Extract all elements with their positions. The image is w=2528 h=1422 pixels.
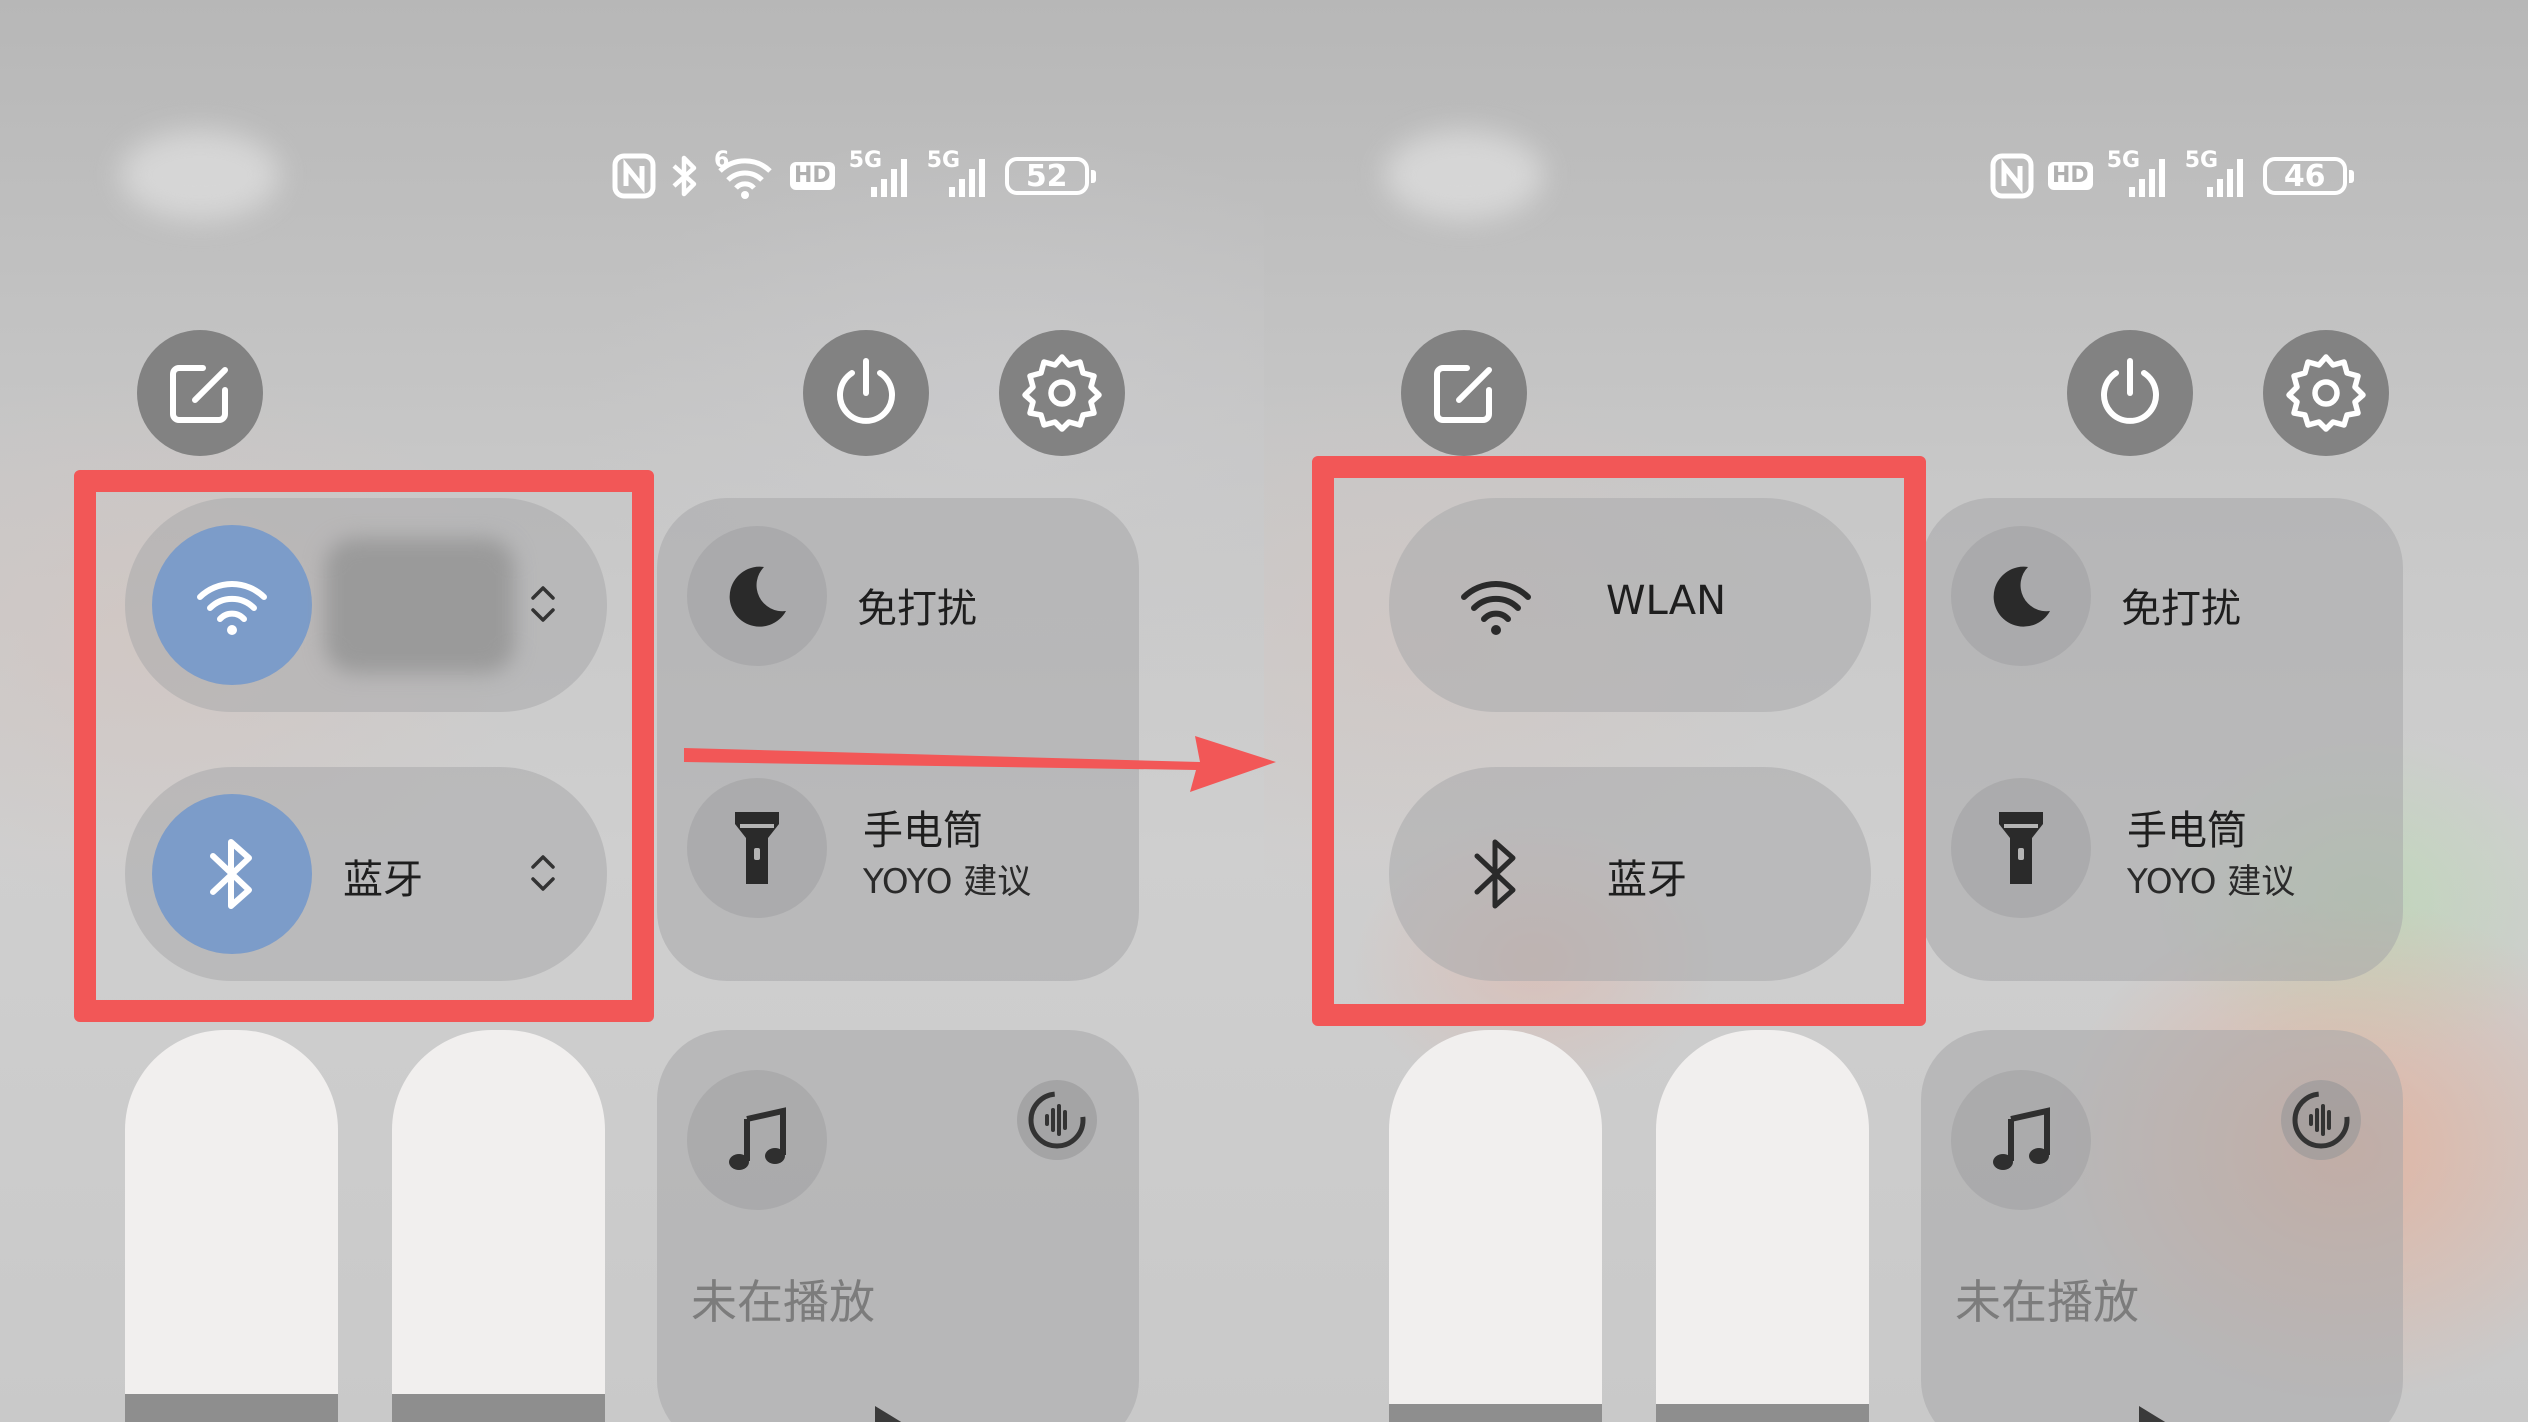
- nfc-icon: [1990, 150, 2034, 202]
- gear-icon: [1022, 354, 1102, 432]
- highlight-box-after: [1312, 456, 1926, 1026]
- flashlight-icon: [1999, 812, 2043, 884]
- dnd-label: 免打扰: [857, 586, 977, 632]
- nfc-icon: [612, 150, 656, 202]
- power-button[interactable]: [803, 330, 929, 456]
- blurred-time: [120, 130, 280, 220]
- edit-button[interactable]: [137, 330, 263, 456]
- sun-icon: [211, 1414, 253, 1422]
- music-note-icon: [1993, 1107, 2050, 1170]
- media-player-tile[interactable]: 未在播放: [1921, 1030, 2403, 1422]
- signal-sim2-icon: 5G: [927, 148, 991, 202]
- play-icon[interactable]: [2131, 1400, 2181, 1422]
- hd-icon: HD: [790, 150, 835, 202]
- flashlight-icon-wrap: [1951, 778, 2091, 918]
- music-icon-wrap: [687, 1070, 827, 1210]
- brightness-slider[interactable]: [125, 1030, 338, 1422]
- moon-icon: [1993, 566, 2050, 627]
- sun-icon: [1475, 1418, 1517, 1422]
- moon-icon: [729, 566, 786, 627]
- dnd-flashlight-group: 免打扰 手电筒 YOYO 建议: [1921, 498, 2403, 981]
- hd-icon: HD: [2048, 150, 2093, 202]
- flashlight-suggestion: YOYO 建议: [2127, 862, 2296, 902]
- audio-output-icon: [1028, 1091, 1086, 1149]
- blurred-time: [1384, 130, 1544, 220]
- dnd-icon-wrap: [1951, 526, 2091, 666]
- brightness-slider[interactable]: [1389, 1030, 1602, 1422]
- dnd-icon-wrap: [687, 526, 827, 666]
- music-icon-wrap: [1951, 1070, 2091, 1210]
- dnd-toggle[interactable]: 免打扰: [1951, 526, 2371, 673]
- dnd-toggle[interactable]: 免打扰: [687, 526, 1107, 673]
- settings-button[interactable]: [999, 330, 1125, 456]
- status-bar: HD 5G 5G 46: [1990, 148, 2354, 204]
- dnd-label: 免打扰: [2121, 586, 2241, 632]
- power-icon: [837, 358, 895, 424]
- battery-icon: 52: [1004, 150, 1096, 202]
- edit-button[interactable]: [1401, 330, 1527, 456]
- audio-output-button[interactable]: [2281, 1080, 2361, 1160]
- music-note-icon: [729, 1107, 786, 1170]
- signal-sim1-icon: 5G: [2107, 148, 2171, 202]
- flashlight-suggestion: YOYO 建议: [863, 862, 1032, 902]
- flashlight-toggle[interactable]: 手电筒 YOYO 建议: [687, 778, 1107, 933]
- edit-icon: [1434, 365, 1492, 423]
- edit-icon: [170, 365, 228, 423]
- dnd-flashlight-group: 免打扰 手电筒 YOYO 建议: [657, 498, 1139, 981]
- flashlight-icon-wrap: [687, 778, 827, 918]
- now-playing-status: 未在播放: [1955, 1275, 2139, 1329]
- power-button[interactable]: [2067, 330, 2193, 456]
- speaker-icon: [1732, 1418, 1792, 1422]
- flashlight-toggle[interactable]: 手电筒 YOYO 建议: [1951, 778, 2371, 933]
- highlight-box-before: [74, 470, 654, 1022]
- battery-icon: 46: [2262, 150, 2354, 202]
- flashlight-label: 手电筒: [863, 808, 983, 854]
- power-icon: [2101, 358, 2159, 424]
- status-bar: 6 HD 5G 5G 52: [612, 148, 1096, 204]
- audio-output-icon: [2292, 1091, 2350, 1149]
- play-icon[interactable]: [867, 1400, 917, 1422]
- media-player-tile[interactable]: 未在播放: [657, 1030, 1139, 1422]
- bluetooth-icon: [670, 150, 700, 202]
- volume-slider[interactable]: [392, 1030, 605, 1422]
- flashlight-label: 手电筒: [2127, 808, 2247, 854]
- flashlight-icon: [735, 812, 779, 884]
- now-playing-status: 未在播放: [691, 1275, 875, 1329]
- signal-sim1-icon: 5G: [849, 148, 913, 202]
- gear-icon: [2286, 354, 2366, 432]
- signal-sim2-icon: 5G: [2185, 148, 2249, 202]
- settings-button[interactable]: [2263, 330, 2389, 456]
- speaker-icon: [468, 1414, 528, 1422]
- volume-slider[interactable]: [1656, 1030, 1869, 1422]
- audio-output-button[interactable]: [1017, 1080, 1097, 1160]
- wifi-6-icon: 6: [714, 148, 776, 202]
